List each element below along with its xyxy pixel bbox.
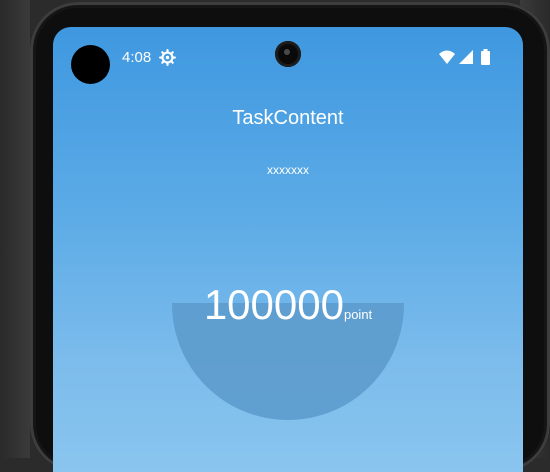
status-bar: 4:08	[53, 27, 523, 87]
gear-icon	[159, 49, 176, 66]
avatar[interactable]	[71, 45, 110, 84]
status-time: 4:08	[122, 49, 152, 66]
battery-icon	[481, 49, 490, 65]
points-unit: point	[343, 307, 373, 322]
signal-icon	[459, 50, 473, 64]
points-display: 100000point	[53, 281, 523, 329]
wifi-icon	[439, 50, 455, 64]
page-title: TaskContent	[232, 107, 344, 129]
page-subtitle: xxxxxxx	[267, 163, 309, 177]
app-screen: 4:08 TaskContent xxxxxxx 100000point	[53, 27, 523, 472]
background-left	[0, 0, 30, 458]
front-camera	[275, 41, 301, 67]
points-value: 100000	[203, 281, 344, 328]
